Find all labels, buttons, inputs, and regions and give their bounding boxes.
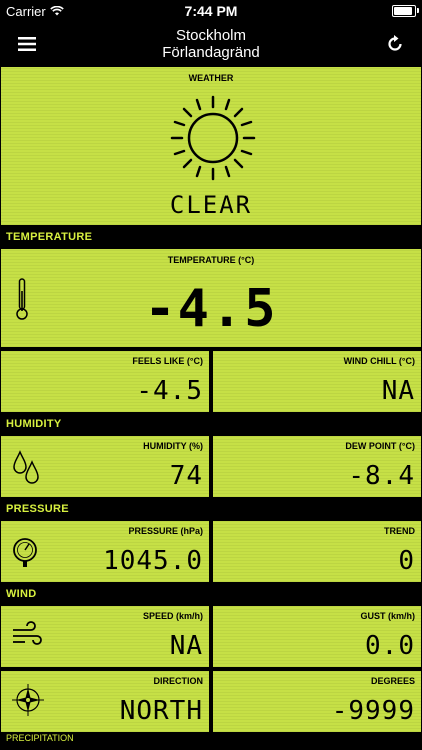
weather-condition: CLEAR — [169, 191, 253, 219]
wind-speed-panel: SPEED (km/h) NA — [0, 605, 210, 668]
dew-point-panel: DEW POINT (°C) -8.4 — [212, 435, 422, 498]
humidity-value: 74 — [169, 461, 203, 491]
status-bar: Carrier 7:44 PM — [0, 0, 422, 22]
wind-direction-panel: DIRECTION NORTH — [0, 670, 210, 733]
weather-label: WEATHER — [188, 73, 234, 83]
wind-speed-label: SPEED (km/h) — [142, 611, 203, 621]
wind-icon — [13, 621, 42, 645]
feels-like-value: -4.5 — [136, 376, 203, 406]
wind-speed-value: NA — [169, 631, 203, 661]
wind-gust-label: GUST (km/h) — [360, 611, 415, 621]
pressure-label: PRESSURE (hPa) — [128, 526, 203, 536]
wind-degrees-label: DEGREES — [370, 676, 415, 686]
wind-direction-value: NORTH — [119, 696, 203, 726]
trend-label: TREND — [384, 526, 415, 536]
section-humidity: HUMIDITY — [6, 418, 62, 430]
dew-point-label: DEW POINT (°C) — [345, 441, 415, 451]
status-time: 7:44 PM — [184, 3, 238, 19]
pressure-panel: PRESSURE (hPa) 1045.0 — [0, 520, 210, 583]
humidity-label: HUMIDITY (%) — [143, 441, 203, 451]
wind-degrees-value: -9999 — [331, 696, 415, 726]
refresh-button[interactable] — [380, 29, 410, 59]
wind-direction-label: DIRECTION — [153, 676, 204, 686]
section-precipitation: PRECIPITATION — [6, 733, 74, 743]
barometer-icon — [13, 538, 37, 567]
weather-panel: WEATHER CLEAR — [0, 66, 422, 226]
temperature-value: -4.5 — [144, 279, 278, 339]
wind-chill-panel: WIND CHILL (°C) NA — [212, 350, 422, 413]
section-temperature: TEMPERATURE — [6, 231, 93, 243]
compass-icon — [12, 684, 44, 716]
wind-chill-value: NA — [381, 376, 415, 406]
section-wind: WIND — [6, 588, 37, 600]
battery-icon — [392, 5, 419, 17]
wind-gust-value: 0.0 — [365, 631, 415, 661]
trend-value: 0 — [398, 546, 415, 576]
pressure-value: 1045.0 — [103, 546, 203, 576]
humidity-panel: HUMIDITY (%) 74 — [0, 435, 210, 498]
refresh-icon — [388, 35, 402, 51]
sun-icon — [170, 95, 256, 181]
battery-fill — [394, 7, 412, 15]
location-title: Stockholm Förlandagränd — [162, 27, 260, 61]
wind-gust-panel: GUST (km/h) 0.0 — [212, 605, 422, 668]
hamburger-icon — [18, 37, 36, 51]
trend-panel: TREND 0 — [212, 520, 422, 583]
temperature-label: TEMPERATURE (°C) — [167, 255, 255, 265]
water-drops-icon — [13, 450, 39, 484]
dew-point-value: -8.4 — [348, 461, 415, 491]
temperature-panel: TEMPERATURE (°C) -4.5 — [0, 248, 422, 348]
location-city: Stockholm — [175, 27, 246, 44]
feels-like-label: FEELS LIKE (°C) — [132, 356, 203, 366]
menu-button[interactable] — [12, 29, 42, 59]
wind-chill-label: WIND CHILL (°C) — [343, 356, 415, 366]
nav-bar: Stockholm Förlandagränd — [0, 22, 422, 66]
location-street: Förlandagränd — [162, 44, 260, 61]
feels-like-panel: FEELS LIKE (°C) -4.5 — [0, 350, 210, 413]
wind-degrees-panel: DEGREES -9999 — [212, 670, 422, 733]
section-pressure: PRESSURE — [6, 503, 69, 515]
